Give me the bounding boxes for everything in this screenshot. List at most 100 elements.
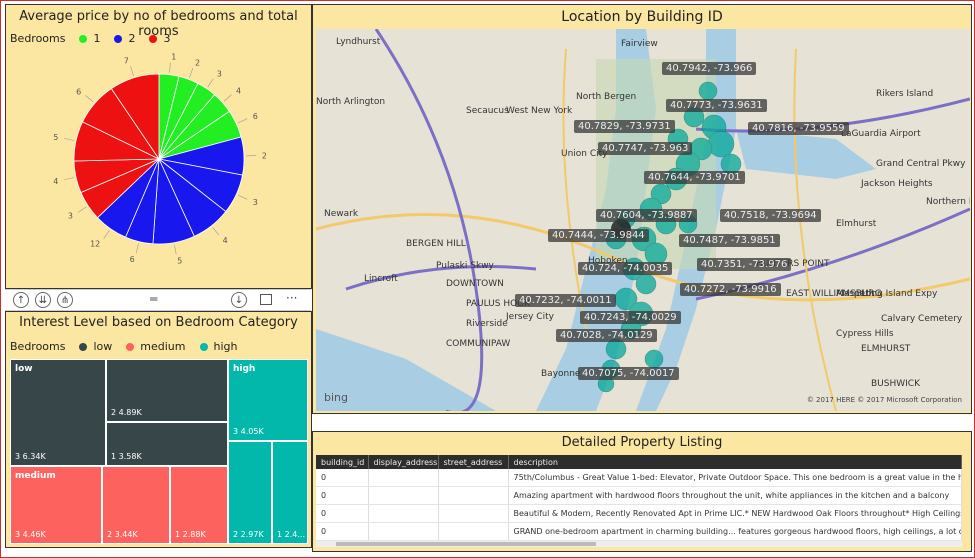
scrollbar-thumb[interactable]	[336, 542, 596, 546]
pie-chart-panel[interactable]: Average price by no of bedrooms and tota…	[5, 4, 312, 289]
arrow-up-icon[interactable]: ↑	[13, 292, 29, 308]
pie-legend-label-2[interactable]: 2	[128, 32, 135, 45]
map-place-label: Fairview	[621, 39, 658, 49]
map-place-label: Bayonne	[541, 369, 581, 379]
map-coordinate-tooltip[interactable]: 40.7272, -73.9916	[680, 283, 781, 296]
table-row[interactable]: 0 Amazing apartment with hardwood floors…	[316, 486, 962, 505]
treemap-group-label-medium: medium	[15, 471, 56, 481]
focus-mode-icon[interactable]	[260, 294, 272, 305]
table-cell: 75th/Columbus - Great Value 1-bed: Eleva…	[508, 469, 962, 487]
pie-data-label: 4	[223, 236, 228, 245]
table-row[interactable]: 0 75th/Columbus - Great Value 1-bed: Ele…	[316, 469, 962, 487]
treemap-legend-label-low[interactable]: low	[93, 340, 112, 353]
treemap-cell-low-1[interactable]: 1 3.58K	[106, 422, 228, 466]
map-place-label: Pulaski Skwy	[436, 261, 494, 271]
map-coordinate-tooltip[interactable]: 40.724, -74.0035	[578, 262, 673, 275]
drill-hierarchy-icon[interactable]: ⋔	[57, 292, 73, 308]
treemap-cell-medium-1[interactable]: 1 2.88K	[170, 466, 228, 544]
treemap-cell-high-2[interactable]: 2 2.97K	[228, 441, 272, 544]
map-place-label: Jersey City	[506, 312, 554, 322]
map-place-label: Riverside	[466, 319, 508, 329]
map-coordinate-tooltip[interactable]: 40.7604, -73.9887	[596, 209, 697, 222]
table-horizontal-scrollbar[interactable]	[316, 541, 962, 547]
map-coordinate-tooltip[interactable]: 40.7487, -73.9851	[679, 234, 780, 247]
map-place-label: Elmhurst	[836, 219, 877, 229]
pie-data-label: 5	[177, 256, 182, 265]
map-place-label: LaGuardia Airport	[841, 129, 921, 139]
table-row[interactable]: 0 GRAND one-bedroom apartment in charmin…	[316, 522, 962, 541]
map-place-label: Cypress Hills	[836, 329, 894, 339]
map-place-label: North Bergen	[576, 92, 637, 102]
pie-leader-line	[238, 118, 248, 124]
table-cell	[438, 522, 509, 541]
map-coordinate-tooltip[interactable]: 40.7028, -74.0129	[556, 329, 657, 342]
pie-data-label: 6	[130, 255, 135, 264]
map-coordinate-tooltip[interactable]: 40.7351, -73.976	[697, 258, 792, 271]
treemap-cell-high-1[interactable]: 1 2.4...	[272, 441, 308, 544]
treemap-cell-low-3[interactable]: low 3 6.34K	[10, 359, 106, 466]
pie-data-label: 3	[253, 198, 258, 207]
map-coordinate-tooltip[interactable]: 40.7773, -73.9631	[666, 99, 767, 112]
table-cell: 0	[316, 522, 369, 541]
column-header-street-address[interactable]: street_address	[438, 455, 509, 469]
pie-legend-label-3[interactable]: 3	[163, 32, 170, 45]
map-coordinate-tooltip[interactable]: 40.7942, -73.966	[662, 62, 757, 75]
pie-legend-label-1[interactable]: 1	[93, 32, 100, 45]
pie-data-label: 2	[195, 58, 200, 67]
treemap-legend-dot-high	[199, 342, 208, 351]
pie-data-label: 2	[262, 151, 267, 160]
treemap-cell-medium-2[interactable]: 2 3.44K	[102, 466, 170, 544]
map-coordinate-tooltip[interactable]: 40.7075, -74.0017	[578, 367, 679, 380]
column-header-description[interactable]: description	[508, 455, 962, 469]
pie-legend-dot-1	[79, 34, 88, 43]
map-title: Location by Building ID	[561, 9, 723, 25]
pie-leader-line	[174, 244, 177, 255]
map-place-label: Jackson Heights	[861, 179, 933, 189]
map-place-label: Calvary Cemetery	[881, 314, 963, 324]
pie-leader-line	[77, 206, 87, 213]
treemap-legend-label-medium[interactable]: medium	[140, 340, 185, 353]
table-row[interactable]: 0 Beautiful & Modern, Recently Renovated…	[316, 504, 962, 523]
map-place-label: North Arlington	[316, 97, 386, 107]
pie-data-label: 3	[217, 70, 222, 79]
map-coordinate-tooltip[interactable]: 40.7444, -73.9844	[548, 229, 649, 242]
column-header-building-id[interactable]: building_id	[316, 455, 369, 469]
pie-leader-line	[130, 66, 134, 76]
table-cell: GRAND one-bedroom apartment in charming …	[508, 522, 962, 541]
map-place-label: Northern Bl	[926, 197, 970, 207]
table-cell: Amazing apartment with hardwood floors t…	[508, 486, 962, 505]
treemap-cell-value: 1 2.4...	[277, 530, 305, 539]
treemap-cell-medium-3[interactable]: medium 3 4.46K	[10, 466, 102, 544]
treemap-cell-low-2[interactable]: 2 4.89K	[106, 359, 228, 422]
drill-down-icon[interactable]: ↓	[231, 292, 247, 308]
treemap-cell-value: 2 2.97K	[233, 530, 264, 539]
table-cell	[368, 522, 439, 541]
map-place-label: Lincroft	[364, 274, 398, 284]
treemap-panel[interactable]: Interest Level based on Bedroom Category…	[5, 311, 312, 548]
table-header-row: building_id display_address street_addre…	[316, 455, 962, 469]
map-coordinate-tooltip[interactable]: 40.7829, -73.9731	[574, 120, 675, 133]
treemap-group-label-high: high	[233, 364, 256, 374]
table-cell	[438, 486, 509, 505]
map-coordinate-tooltip[interactable]: 40.7816, -73.9559	[748, 122, 849, 135]
pie-leader-line	[207, 78, 214, 88]
more-options-icon[interactable]: ···	[286, 291, 297, 305]
map-coordinate-tooltip[interactable]: 40.7747, -73.963	[598, 142, 693, 155]
map-coordinate-tooltip[interactable]: 40.7644, -73.9701	[644, 171, 745, 184]
map-coordinate-tooltip[interactable]: 40.7518, -73.9694	[720, 209, 821, 222]
map-canvas[interactable]: Lyndhurst Fairview North Arlington Secaucus…	[316, 29, 970, 411]
double-arrow-down-icon[interactable]: ⇊	[35, 292, 51, 308]
table-cell: 0	[316, 469, 369, 487]
bing-logo: bing	[324, 391, 348, 404]
drag-handle-icon[interactable]: ═	[150, 292, 157, 306]
map-coordinate-tooltip[interactable]: 40.7243, -74.0029	[580, 311, 681, 324]
treemap-cell-value: 1 3.58K	[111, 452, 142, 461]
column-header-display-address[interactable]: display_address	[368, 455, 439, 469]
treemap-cell-value: 3 4.46K	[15, 530, 46, 539]
map-place-label: Secaucus	[466, 106, 509, 116]
pie-leader-line	[189, 68, 194, 78]
map-coordinate-tooltip[interactable]: 40.7232, -74.0011	[515, 294, 616, 307]
treemap-legend-label-high[interactable]: high	[214, 340, 238, 353]
property-table: building_id display_address street_addre…	[316, 455, 962, 541]
treemap-cell-high-3[interactable]: high 3 4.05K	[228, 359, 308, 441]
